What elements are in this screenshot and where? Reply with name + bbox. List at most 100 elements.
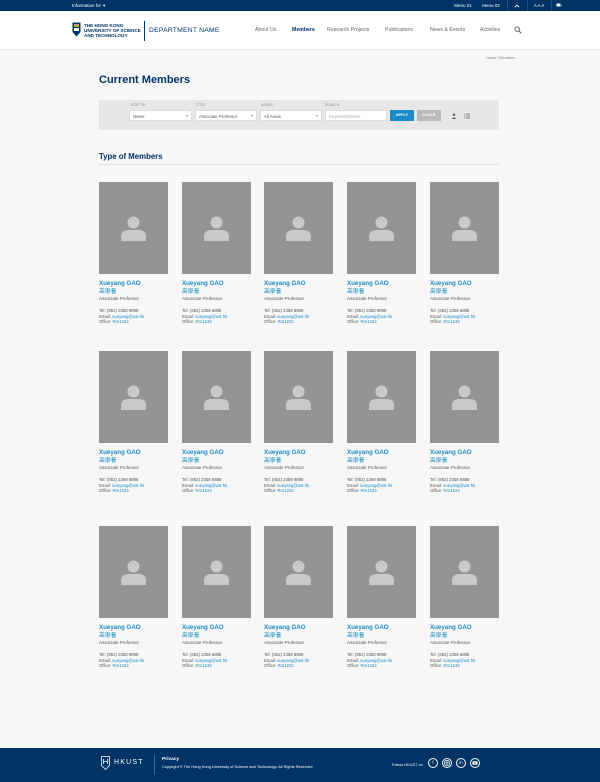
member-photo[interactable] [347, 526, 416, 618]
tel-label: Tel: [347, 308, 354, 313]
language-icon[interactable] [552, 0, 566, 11]
member-name[interactable]: Xueyang GAO [182, 449, 251, 457]
member-card[interactable]: Xueyang GAO 高學養 Associate Professor Tel: (8… [182, 526, 251, 669]
search-input[interactable]: Keywords/Name [325, 110, 387, 121]
member-chinese-name: 高學養 [182, 458, 200, 464]
breadcrumb[interactable]: Home / Members [486, 56, 515, 60]
nav-publications[interactable]: Publications [385, 27, 413, 33]
member-name[interactable]: Xueyang GAO [182, 280, 251, 288]
member-chinese-name: 高學養 [430, 458, 448, 464]
member-card[interactable]: Xueyang GAO 高學養 Associate Professor Tel: (8… [99, 526, 168, 669]
member-photo[interactable] [264, 526, 333, 618]
member-name[interactable]: Xueyang GAO [264, 624, 333, 632]
menu-01-link[interactable]: Menu 01 [448, 0, 478, 11]
member-photo[interactable] [182, 182, 251, 274]
member-card[interactable]: Xueyang GAO 高學養 Associate Professor Tel: (8… [347, 526, 416, 669]
member-card[interactable]: Xueyang GAO 高學養 Associate Professor Tel: (8… [182, 182, 251, 325]
member-card[interactable]: Xueyang GAO 高學養 Associate Professor Tel: (8… [99, 182, 168, 325]
member-photo[interactable] [347, 182, 416, 274]
title-select[interactable]: Associate Professor [195, 110, 257, 121]
email-link[interactable]: xueyang@ust.hk [277, 483, 309, 488]
member-card[interactable]: Xueyang GAO 高學養 Associate Professor Tel: (8… [264, 526, 333, 669]
hkust-logo-icon[interactable] [101, 756, 110, 770]
nav-members[interactable]: Members [292, 27, 315, 33]
search-icon[interactable] [514, 26, 522, 34]
member-photo[interactable] [99, 351, 168, 443]
member-photo[interactable] [264, 182, 333, 274]
email-link[interactable]: xueyang@ust.hk [195, 314, 227, 319]
member-card[interactable]: Xueyang GAO 高學養 Associate Professor Tel: (8… [182, 351, 251, 494]
email-link[interactable]: xueyang@ust.hk [195, 483, 227, 488]
member-title: Associate Professor [347, 640, 388, 645]
email-link[interactable]: xueyang@ust.hk [112, 658, 144, 663]
email-link[interactable]: xueyang@ust.hk [112, 314, 144, 319]
member-photo[interactable] [99, 526, 168, 618]
areas-select[interactable]: All Areas [260, 110, 322, 121]
member-card[interactable]: Xueyang GAO 高學養 Associate Professor Tel: (8… [264, 351, 333, 494]
member-name[interactable]: Xueyang GAO [264, 449, 333, 457]
member-card[interactable]: Xueyang GAO 高學養 Associate Professor Tel: (8… [430, 526, 499, 669]
site-footer: HKUST Privacy Copyright © The Hong Kong … [0, 748, 600, 782]
tel-value: (852) 2358 8888 [354, 308, 387, 313]
member-photo[interactable] [99, 182, 168, 274]
email-link[interactable]: xueyang@ust.hk [277, 658, 309, 663]
member-name[interactable]: Xueyang GAO [182, 624, 251, 632]
email-link[interactable]: xueyang@ust.hk [195, 658, 227, 663]
privacy-link[interactable]: Privacy [162, 757, 179, 762]
member-photo[interactable] [430, 351, 499, 443]
nav-research-projects[interactable]: Research Projects [327, 27, 369, 33]
member-photo[interactable] [182, 351, 251, 443]
member-card[interactable]: Xueyang GAO 高學養 Associate Professor Tel: (8… [347, 351, 416, 494]
email-link[interactable]: xueyang@ust.hk [443, 483, 475, 488]
clear-button[interactable]: CLEAR [417, 110, 441, 121]
nav-activities[interactable]: Activities [480, 27, 500, 33]
member-card[interactable]: Xueyang GAO 高學養 Associate Professor Tel: (8… [430, 182, 499, 325]
email-link[interactable]: xueyang@ust.hk [277, 314, 309, 319]
email-link[interactable]: xueyang@ust.hk [360, 658, 392, 663]
member-name[interactable]: Xueyang GAO [99, 280, 168, 288]
member-name[interactable]: Xueyang GAO [347, 280, 416, 288]
menu-02-label: Menu 02 [482, 3, 500, 8]
email-label: Email: [347, 657, 359, 663]
department-name[interactable]: DEPARTMENT NAME [149, 27, 220, 34]
linkedin-icon[interactable]: in [456, 758, 466, 768]
email-link[interactable]: xueyang@ust.hk [443, 314, 475, 319]
member-name[interactable]: Xueyang GAO [347, 624, 416, 632]
email-label: Email: [430, 313, 442, 319]
email-link[interactable]: xueyang@ust.hk [112, 483, 144, 488]
grid-view-icon[interactable] [451, 113, 457, 119]
member-photo[interactable] [182, 526, 251, 618]
facebook-icon[interactable]: f [428, 758, 438, 768]
nav-about-us[interactable]: About Us [255, 27, 276, 33]
list-view-icon[interactable] [464, 113, 470, 119]
email-link[interactable]: xueyang@ust.hk [360, 483, 392, 488]
email-link[interactable]: xueyang@ust.hk [443, 658, 475, 663]
member-name[interactable]: Xueyang GAO [264, 280, 333, 288]
member-card[interactable]: Xueyang GAO 高學養 Associate Professor Tel: (8… [347, 182, 416, 325]
information-for-menu[interactable]: Information for ▾ [72, 3, 105, 9]
member-card[interactable]: Xueyang GAO 高學養 Associate Professor Tel: (8… [264, 182, 333, 325]
hkust-logo-icon[interactable] [72, 22, 81, 37]
member-name[interactable]: Xueyang GAO [99, 449, 168, 457]
member-photo[interactable] [347, 351, 416, 443]
menu-02-link[interactable]: Menu 02 [478, 0, 504, 11]
member-photo[interactable] [430, 182, 499, 274]
member-name[interactable]: Xueyang GAO [99, 624, 168, 632]
apply-button[interactable]: APPLY [390, 110, 414, 121]
member-photo[interactable] [430, 526, 499, 618]
member-name[interactable]: Xueyang GAO [430, 449, 499, 457]
nav-news-events[interactable]: News & Events [430, 27, 465, 33]
email-link[interactable]: xueyang@ust.hk [360, 314, 392, 319]
tel-label: Tel: [182, 652, 189, 657]
chevron-up-icon[interactable] [508, 0, 526, 11]
member-name[interactable]: Xueyang GAO [347, 449, 416, 457]
member-card[interactable]: Xueyang GAO 高學養 Associate Professor Tel: (8… [99, 351, 168, 494]
member-photo[interactable] [264, 351, 333, 443]
sort-by-select[interactable]: Name [129, 110, 192, 121]
instagram-icon[interactable] [442, 758, 452, 768]
member-name[interactable]: Xueyang GAO [430, 624, 499, 632]
member-name[interactable]: Xueyang GAO [430, 280, 499, 288]
youtube-icon[interactable] [470, 758, 480, 768]
font-size-toggle[interactable]: A A A [528, 0, 550, 11]
member-card[interactable]: Xueyang GAO 高學養 Associate Professor Tel: (8… [430, 351, 499, 494]
